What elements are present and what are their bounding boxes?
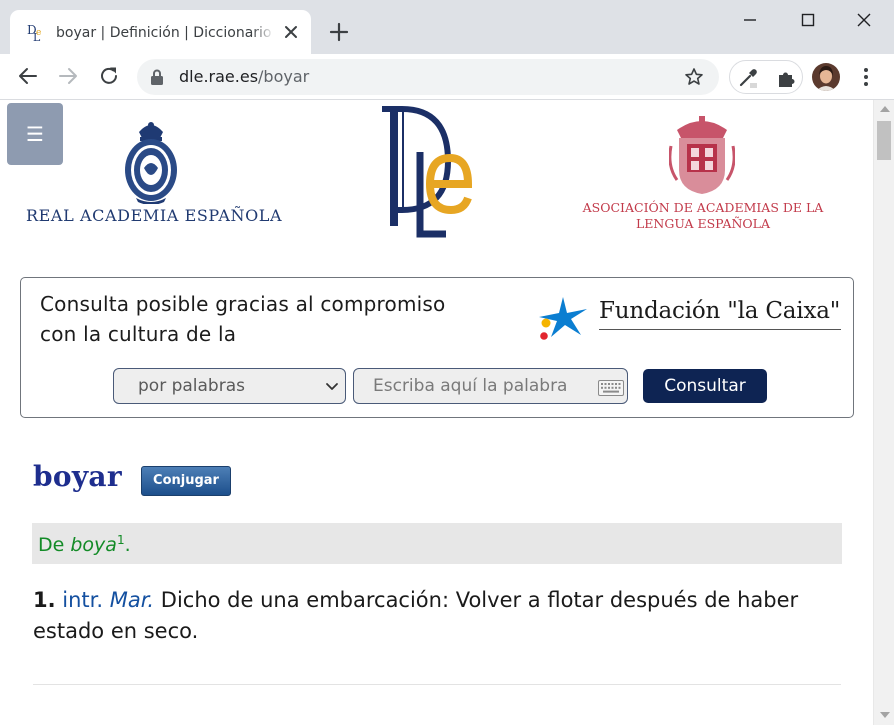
profile-avatar[interactable] [812, 63, 840, 91]
browser-tab[interactable]: D L e boyar | Definición | Diccionario d… [10, 10, 311, 54]
forward-arrow-icon[interactable] [56, 64, 80, 88]
scroll-down-arrow-icon[interactable] [880, 712, 890, 718]
entry-headword: boyar [33, 460, 122, 493]
fundacion-la-caixa-logo[interactable]: Fundación "la Caixa" [537, 295, 845, 341]
back-arrow-icon[interactable] [16, 64, 40, 88]
lock-icon[interactable] [149, 68, 165, 86]
close-tab-icon[interactable] [281, 22, 301, 42]
search-mode-select[interactable]: por palabras [113, 368, 346, 404]
browser-toolbar: dle.rae.es/boyar [0, 54, 894, 100]
browser-titlebar: D L e boyar | Definición | Diccionario d… [0, 0, 894, 54]
asale-logo-text: ASOCIACIÓN DE ACADEMIAS DE LA LENGUA ESP… [572, 200, 834, 232]
etymology-box: De boya1. [32, 523, 842, 564]
eyedropper-extension-icon[interactable] [737, 67, 759, 89]
extensions-area [729, 60, 803, 94]
grammar-abbreviation[interactable]: intr. [62, 588, 103, 612]
dle-logo[interactable] [376, 106, 474, 238]
rae-logo[interactable]: REAL ACADEMIA ESPAÑOLA [26, 120, 282, 230]
extensions-puzzle-icon[interactable] [775, 67, 797, 89]
new-tab-icon[interactable] [326, 19, 352, 45]
vertical-scrollbar[interactable] [873, 100, 894, 725]
chevron-down-icon [326, 383, 338, 390]
maximize-window-icon[interactable] [794, 8, 822, 32]
browser-menu-icon[interactable] [856, 65, 876, 89]
etymology-link[interactable]: boya [70, 534, 117, 556]
conjugar-button[interactable]: Conjugar [141, 466, 231, 496]
definition-number: 1. [33, 588, 56, 612]
etymology-prefix: De [38, 534, 65, 556]
page-viewport: ☰ REAL ACADEMIA ESPAÑOLA ASOCIACIÓN DE A… [0, 100, 894, 725]
la-caixa-star-icon [539, 297, 587, 340]
dle-favicon-icon: D L e [27, 23, 41, 42]
asale-logo-line-2: LENGUA ESPAÑOLA [636, 216, 770, 231]
consultar-button[interactable]: Consultar [643, 369, 767, 403]
divider [33, 684, 841, 685]
search-mode-value: por palabras [138, 376, 245, 396]
minimize-window-icon[interactable] [736, 8, 764, 32]
search-input[interactable]: Escriba aquí la palabra [353, 368, 628, 404]
address-bar[interactable]: dle.rae.es/boyar [137, 59, 719, 95]
search-panel: Consulta posible gracias al compromiso c… [20, 277, 854, 418]
scrollbar-thumb[interactable] [877, 121, 891, 160]
close-window-icon[interactable] [850, 8, 878, 32]
asale-logo[interactable]: ASOCIACIÓN DE ACADEMIAS DE LA LENGUA ESP… [572, 116, 834, 236]
fundacion-la-caixa-name: Fundación "la Caixa" [599, 298, 841, 324]
url-host: dle.rae.es [179, 67, 259, 86]
scroll-up-arrow-icon[interactable] [880, 106, 890, 112]
asale-crest-icon [669, 116, 735, 194]
reload-icon[interactable] [97, 64, 121, 88]
sponsor-text: Consulta posible gracias al compromiso c… [40, 292, 446, 346]
url-text[interactable]: dle.rae.es/boyar [179, 67, 309, 87]
etymology-superscript: 1 [116, 533, 125, 547]
domain-abbreviation[interactable]: Mar. [110, 588, 154, 612]
rae-crest-icon [125, 122, 177, 204]
etymology-text: De boya1. [38, 533, 131, 556]
keyboard-icon[interactable] [598, 380, 624, 396]
etymology-suffix: . [124, 534, 131, 556]
bookmark-star-icon[interactable] [684, 67, 704, 87]
asale-logo-line-1: ASOCIACIÓN DE ACADEMIAS DE LA [582, 200, 824, 215]
search-input-placeholder: Escriba aquí la palabra [373, 376, 568, 396]
url-path: /boyar [258, 67, 310, 86]
tab-title: boyar | Definición | Diccionario de la l… [56, 23, 274, 43]
definition-item: 1. intr. Mar. Dicho de una embarcación: … [33, 585, 843, 647]
rae-logo-text: REAL ACADEMIA ESPAÑOLA [26, 206, 283, 225]
logo-underline [599, 329, 841, 330]
svg-text:e: e [36, 28, 41, 38]
